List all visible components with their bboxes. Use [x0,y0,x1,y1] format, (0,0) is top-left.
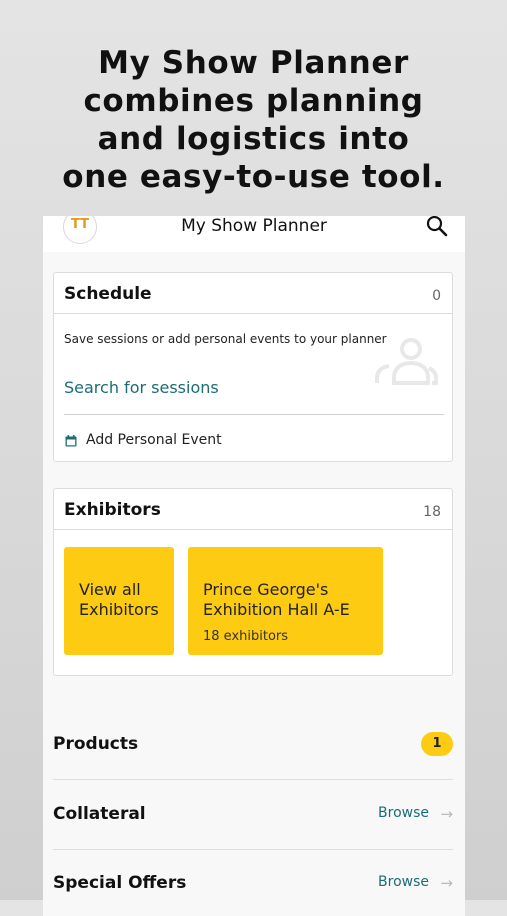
row-label: Collateral [53,804,146,824]
tile-label-line: Prince George's [203,580,329,599]
schedule-description: Save sessions or add personal events to … [64,332,387,346]
headline-line: combines planning [83,83,424,119]
schedule-title: Schedule [64,284,152,304]
divider [64,414,444,415]
browse-link[interactable]: Browse [378,874,429,890]
app-header: TT My Show Planner [43,216,465,252]
list-item-collateral[interactable]: Collateral Browse → [53,780,453,850]
exhibitors-title: Exhibitors [64,500,161,520]
row-label: Products [53,734,139,754]
view-all-exhibitors-tile[interactable]: View all Exhibitors [64,547,174,655]
headline-line: and logistics into [97,121,410,157]
exhibitors-card-header: Exhibitors 18 [54,489,452,530]
row-label: Special Offers [53,873,187,893]
arrow-right-icon: → [440,874,453,892]
exhibitor-count-label: 18 exhibitors [203,629,289,644]
list-item-special-offers[interactable]: Special Offers Browse → [53,849,453,916]
exhibitors-count: 18 [423,504,441,520]
schedule-card-header: Schedule 0 [54,273,452,314]
exhibition-hall-tile[interactable]: Prince George's Exhibition Hall A-E 18 e… [188,547,383,655]
tile-label: Prince George's Exhibition Hall A-E [203,580,350,620]
app-screen: TT My Show Planner Schedule 0 Save sessi… [43,216,465,916]
schedule-card: Schedule 0 Save sessions or add personal… [53,272,453,462]
tile-label-line: Exhibitors [79,600,159,619]
page-title: My Show Planner [181,216,327,236]
add-personal-event-button[interactable]: Add Personal Event [86,432,222,448]
search-sessions-link[interactable]: Search for sessions [64,378,219,397]
headline-line: My Show Planner [98,45,409,81]
tile-label-line: View all [79,580,141,599]
calendar-icon [65,435,77,447]
count-badge: 1 [421,732,453,756]
people-icon [375,338,438,385]
browse-link[interactable]: Browse [378,805,429,821]
headline-line: one easy-to-use tool. [62,159,445,195]
arrow-right-icon: → [440,805,453,823]
marketing-headline: My Show Planner combines planning and lo… [0,44,507,196]
tile-label-line: Exhibition Hall A-E [203,600,350,619]
tile-label: View all Exhibitors [79,580,159,620]
schedule-count: 0 [432,288,441,304]
list-item-products[interactable]: Products 1 [53,710,453,780]
search-icon[interactable] [425,216,449,238]
exhibitors-card: Exhibitors 18 View all Exhibitors Prince… [53,488,453,676]
